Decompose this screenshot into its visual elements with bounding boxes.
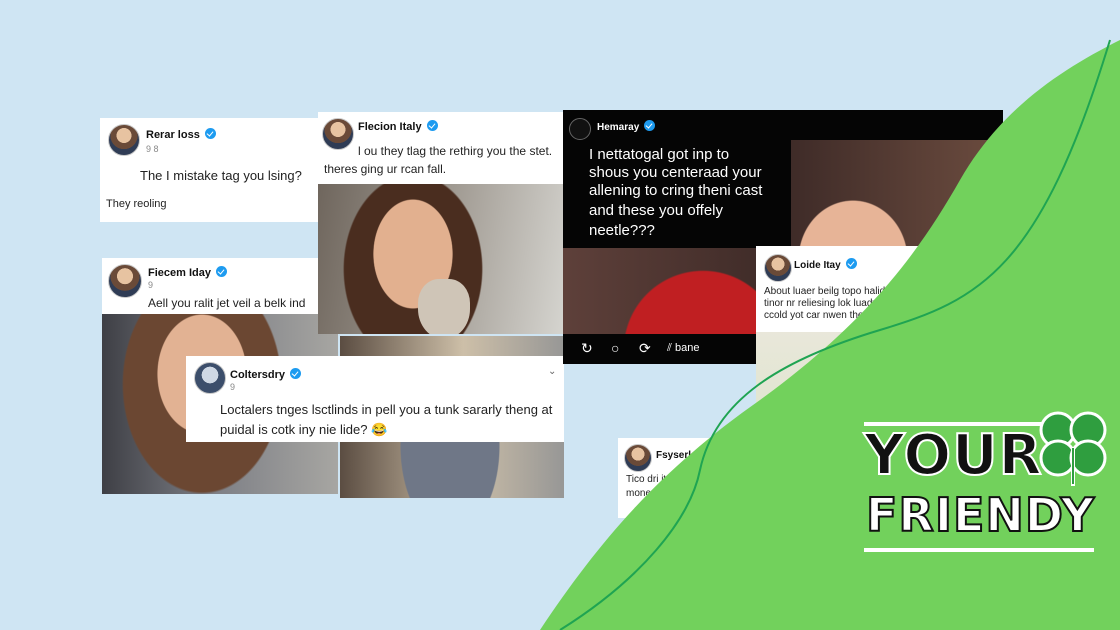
logo-line-1: YOUR [863,423,1043,488]
logo-rule-bottom [864,548,1094,552]
clover-icon [1039,411,1107,486]
logo-line-2: FRIENDY [865,488,1096,542]
